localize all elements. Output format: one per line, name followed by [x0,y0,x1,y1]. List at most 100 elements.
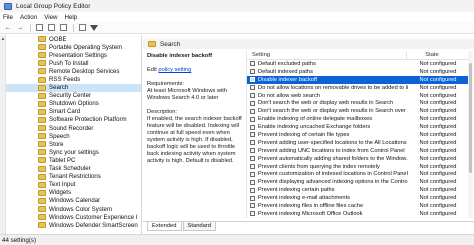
tab-extended[interactable]: Extended [147,222,182,231]
tree-item[interactable]: Speech [0,132,141,140]
setting-state: Not configured [419,163,457,170]
setting-row[interactable]: Don't search the web or display web resu… [247,107,468,115]
title-bar: Local Group Policy Editor [0,0,474,12]
policy-setting-icon [250,124,255,130]
setting-row[interactable]: Prevent indexing files in offline files … [247,202,468,210]
list-rows: Default excluded paths Not configured Defa… [247,60,468,218]
tree-item[interactable]: Windows Customer Experience I [0,213,141,221]
tree-item[interactable]: Windows Defender SmartScreen [0,221,141,229]
tab-standard[interactable]: Standard [182,222,217,231]
setting-row[interactable]: Prevent indexing Microsoft Office Outloo… [247,210,468,218]
setting-row[interactable]: Do not allow locations on removable driv… [247,84,468,92]
setting-name: Prevent customization of indexed locatio… [258,171,408,178]
scroll-up-icon[interactable]: ▲ [0,35,6,41]
setting-name: Don't search the web or display web resu… [258,108,409,115]
tree-item[interactable]: Smart Card [0,108,141,116]
menu-action[interactable]: Action [20,14,37,21]
tree-item[interactable]: Windows Color System [0,205,141,213]
list-scrollbar[interactable] [468,51,473,218]
policy-setting-icon [250,156,255,162]
setting-row[interactable]: Prevent indexing of certain file types No… [247,131,468,139]
setting-row[interactable]: Prevent customization of indexed locatio… [247,170,468,178]
export-list-button[interactable] [58,23,68,32]
tree-item[interactable]: Task Scheduler [0,165,141,173]
menu-file[interactable]: File [3,14,13,21]
back-button[interactable]: ← [3,23,13,32]
folder-icon [38,222,46,229]
tree-item[interactable]: Windows Calendar [0,197,141,205]
policy-setting-icon [250,140,255,146]
tree-item[interactable]: Tablet PC [0,156,141,164]
tree-item-label: Sync your settings [49,148,99,156]
setting-state: Not configured [419,155,457,162]
setting-row[interactable]: Disable indexer backoff Not configured [247,75,468,84]
setting-row[interactable]: Don't search the web or display web resu… [247,99,468,107]
tree-item[interactable]: OOBE [0,35,141,43]
tree-item-label: Windows Defender SmartScreen [49,221,138,229]
policy-setting-icon [250,61,255,67]
tree-item-label: Remote Desktop Services [49,67,120,75]
setting-row[interactable]: Default excluded paths Not configured [247,60,468,68]
policy-title: Disable indexer backoff [147,53,213,59]
tree-item[interactable]: Software Protection Platform [0,116,141,124]
setting-name: Prevent automatically adding shared fold… [258,155,409,162]
tree-item[interactable]: Sync your settings [0,148,141,156]
tree-scrollbar[interactable]: ▲ [0,35,6,234]
properties-button[interactable] [46,23,56,32]
setting-row[interactable]: Prevent indexing e-mail attachments Not c… [247,194,468,202]
setting-row[interactable]: Prevent clients from querying the index … [247,163,468,171]
tree-item-label: OOBE [49,35,67,43]
show-hide-tree-button[interactable] [34,23,44,32]
setting-state: Not configured [419,76,457,83]
tree-item[interactable]: Push To Install [0,59,141,67]
toolbar-divider [30,23,31,32]
tree-item[interactable]: Sound Recorder [0,124,141,132]
tree-item[interactable]: Presentation Settings [0,51,141,59]
setting-row[interactable]: Prevent adding UNC locations to index fr… [247,147,468,155]
filter-button[interactable] [89,23,99,32]
menu-view[interactable]: View [44,14,57,21]
setting-row[interactable]: Prevent automatically adding shared fold… [247,155,468,163]
setting-name: Enable indexing uncached Exchange folder… [258,124,371,131]
setting-name: Disable indexer backoff [258,76,318,83]
setting-name: Default excluded paths [258,60,316,67]
setting-row[interactable]: Default indexed paths Not configured [247,68,468,76]
setting-row[interactable]: Enable indexing uncached Exchange folder… [247,123,468,131]
setting-row[interactable]: Enable indexing of online delegate mailb… [247,115,468,123]
tree-item[interactable]: Text Input [0,181,141,189]
setting-row[interactable]: Prevent displaying advanced indexing opt… [247,178,468,186]
filter-icon [90,24,98,31]
column-header-state[interactable]: State [406,51,468,60]
tree-item[interactable]: Portable Operating System [0,43,141,51]
policy-setting-icon [250,203,255,209]
setting-name: Do not allow locations on removable driv… [258,84,409,91]
tree-item[interactable]: Remote Desktop Services [0,67,141,75]
setting-row[interactable]: Prevent indexing certain paths Not config… [247,186,468,194]
tree-item[interactable]: Store [0,140,141,148]
list-header: Setting State [247,51,468,60]
tree-item-label: Push To Install [49,59,89,67]
tree-item[interactable]: RSS Feeds [0,75,141,83]
tree-item[interactable]: Search [0,83,141,92]
list-scrollbar-thumb[interactable] [469,63,472,173]
tree-item[interactable]: Security Center [0,92,141,100]
menu-help[interactable]: Help [65,14,78,21]
requirements-block: Requirements: At least Microsoft Windows… [147,81,243,102]
description-block: Description: If enabled, the search inde… [147,109,243,165]
setting-row[interactable]: Do not allow web search Not configured [247,92,468,100]
folder-icon [38,189,46,196]
tree-item[interactable]: Tenant Restrictions [0,173,141,181]
tree-item[interactable]: Shutdown Options [0,100,141,108]
tree-item[interactable]: Widgets [0,189,141,197]
policy-setting-icon [250,69,255,75]
help-button[interactable] [77,23,87,32]
setting-row[interactable]: Prevent adding user-specified locations … [247,139,468,147]
policy-setting-icon [250,132,255,138]
folder-icon [38,214,46,221]
forward-button[interactable]: → [15,23,25,32]
column-header-setting[interactable]: Setting [247,52,406,58]
console-tree[interactable]: ▲ OOBE Portable Operating System Presentat… [0,35,142,234]
settings-list[interactable]: Setting State Default excluded paths Not … [246,51,468,218]
edit-policy-setting-link[interactable]: policy setting [158,67,191,73]
description-label: Description: [147,109,178,115]
